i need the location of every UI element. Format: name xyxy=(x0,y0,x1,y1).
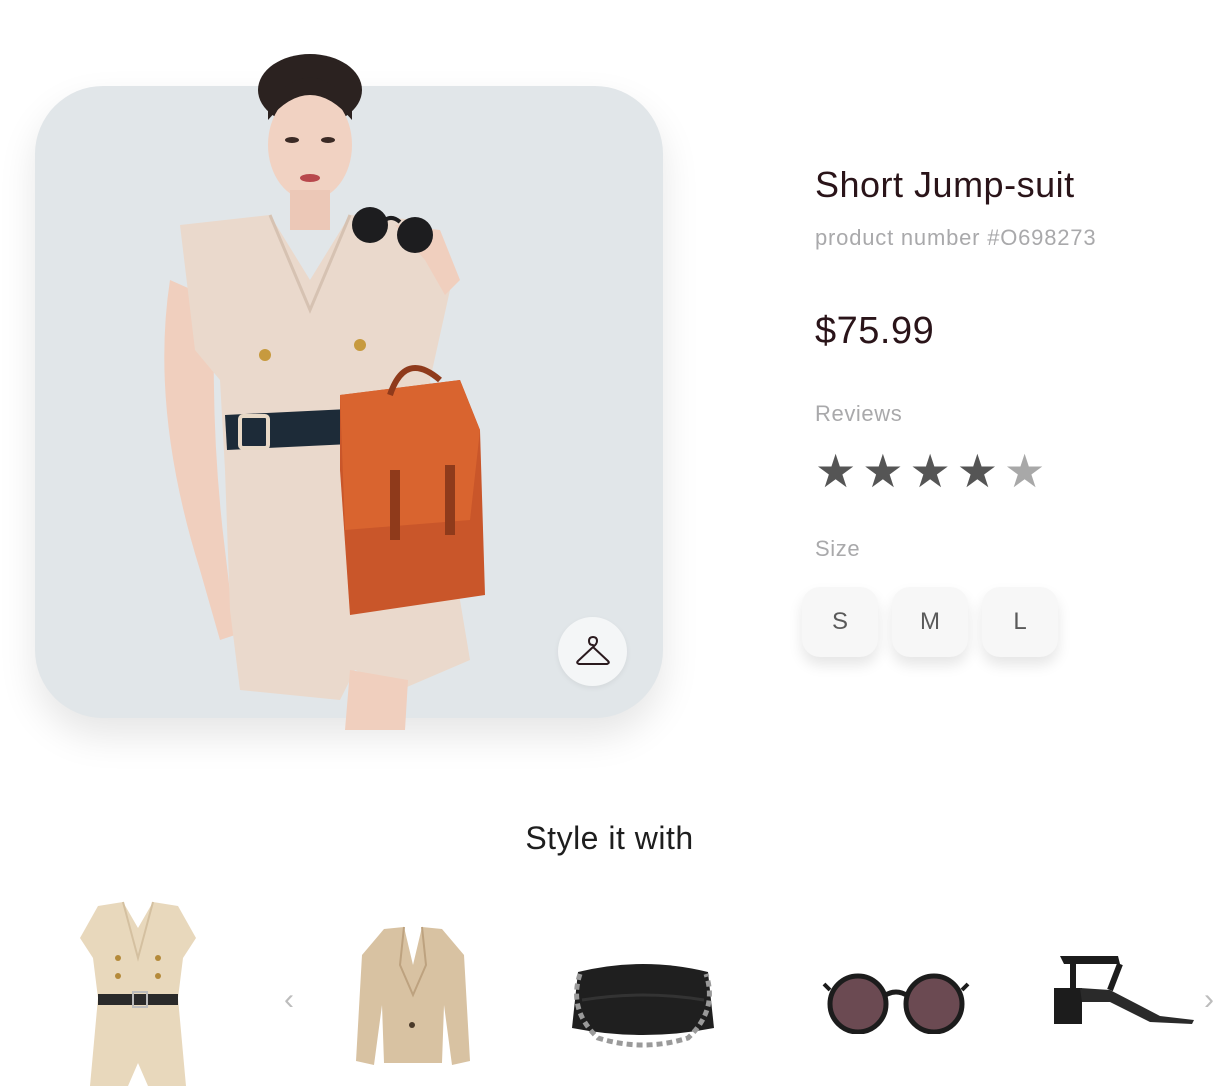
thumb-clutch-bag[interactable] xyxy=(568,960,718,1050)
carousel-prev-button[interactable]: ‹ xyxy=(284,985,294,1015)
model-photo xyxy=(164,54,485,730)
size-button-l[interactable]: L xyxy=(982,587,1058,657)
chevron-left-icon: ‹ xyxy=(284,983,294,1016)
size-label: Size xyxy=(815,536,861,561)
size-button-m[interactable]: M xyxy=(892,587,968,657)
product-title: Short Jump-suit xyxy=(815,164,1075,205)
thumb-blazer[interactable] xyxy=(354,925,472,1067)
product-price: $75.99 xyxy=(815,310,935,352)
thumb-jumpsuit[interactable] xyxy=(78,898,198,1088)
rating-stars[interactable]: ★ ★ ★ ★ ★ xyxy=(815,448,1045,494)
size-options: S M L xyxy=(802,587,1058,657)
hanger-icon xyxy=(575,635,610,665)
carousel-next-button[interactable]: › xyxy=(1204,985,1214,1015)
product-number: product number #O698273 xyxy=(815,225,1097,250)
style-it-with-title: Style it with xyxy=(525,820,694,856)
star-half-icon: ★ xyxy=(1004,445,1046,497)
hanger-button[interactable] xyxy=(558,617,627,686)
star-icon: ★ xyxy=(862,445,904,497)
thumb-sunglasses[interactable] xyxy=(822,970,972,1034)
chevron-right-icon: › xyxy=(1204,983,1214,1016)
star-icon: ★ xyxy=(956,445,998,497)
star-icon: ★ xyxy=(815,445,857,497)
thumb-heeled-sandal[interactable] xyxy=(1050,950,1195,1030)
star-icon: ★ xyxy=(909,445,951,497)
reviews-label: Reviews xyxy=(815,401,903,426)
size-button-s[interactable]: S xyxy=(802,587,878,657)
